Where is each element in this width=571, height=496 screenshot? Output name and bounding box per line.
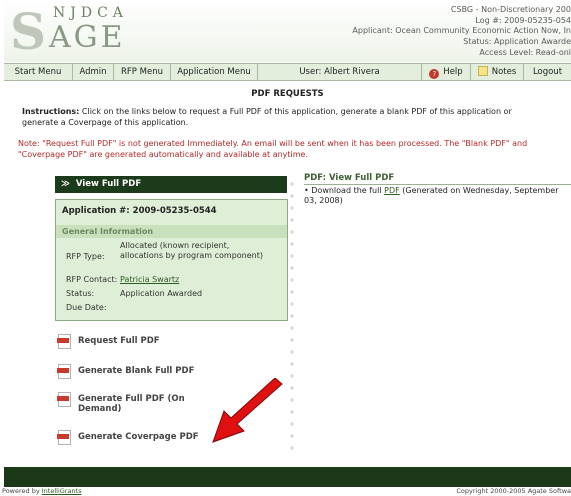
due-date-label: Due Date:: [66, 303, 107, 312]
rfp-type-label: RFP Type:: [66, 252, 105, 261]
pdf-icon: [57, 392, 73, 407]
download-description: • Download the full PDF (Generated on We…: [304, 186, 569, 206]
status-label: Status:: [66, 289, 95, 298]
pdf-download-link[interactable]: PDF: [384, 186, 400, 195]
status-value: Application Awarded: [120, 289, 203, 298]
copyright: Copyright 2000-2005 Agate Softwa: [456, 487, 571, 495]
footer-band: [4, 467, 571, 487]
access-level: Access Level: Read-onl: [479, 47, 571, 57]
page-footer: Powered by IntelliGrants Copyright 2000-…: [0, 487, 571, 496]
current-user: User: Albert Rivera: [258, 64, 422, 80]
instructions: Instructions: Click on the links below t…: [22, 106, 542, 128]
column-divider: [290, 178, 294, 458]
powered-by: Powered by IntelliGrants: [2, 487, 82, 496]
notes-label: Notes: [491, 67, 517, 77]
program-name: CSBG - Non-Discretionary 200: [450, 5, 571, 14]
help-label: Help: [443, 67, 463, 77]
applicant-name: Applicant: Ocean Community Economic Acti…: [352, 26, 571, 35]
header-info-2: Status: Application Awarde Access Level:…: [463, 37, 571, 58]
download-pre: Download the full: [308, 186, 385, 195]
menu-bar: Start Menu Admin RFP Menu Application Me…: [4, 63, 571, 81]
general-information-heading: General Information: [56, 225, 287, 238]
view-full-pdf-label: View Full PDF: [75, 179, 142, 189]
menu-rfp[interactable]: RFP Menu: [114, 64, 171, 80]
view-full-pdf-tab[interactable]: ≫ View Full PDF: [55, 176, 287, 193]
pdf-icon: [57, 334, 73, 349]
instructions-text: Click on the links below to request a Fu…: [22, 107, 512, 127]
menu-logout[interactable]: Logout: [524, 64, 571, 80]
rfp-type-value: Allocated (known recipient, allocations …: [120, 241, 264, 260]
menu-start[interactable]: Start Menu: [4, 64, 73, 80]
application-info-panel: Application #: 2009-05235-0544 General I…: [55, 199, 288, 321]
generate-coverpage-pdf-label: Generate Coverpage PDF: [78, 432, 199, 442]
log-number: Log #: 2009-05235-054: [475, 15, 571, 25]
rfp-contact-link[interactable]: Patricia Swartz: [120, 275, 179, 285]
header: S NJDCA AGE CSBG - Non-Discretionary 200…: [4, 0, 571, 62]
rfp-contact-label: RFP Contact:: [66, 275, 118, 284]
menu-help[interactable]: ? Help: [422, 64, 471, 80]
page-title: PDF REQUESTS: [251, 89, 324, 99]
instructions-heading: Instructions:: [22, 107, 80, 116]
menu-application[interactable]: Application Menu: [171, 64, 258, 80]
rfp-type-row: RFP Type: Allocated (known recipient, al…: [56, 241, 287, 273]
right-panel-title: PDF: View Full PDF: [304, 173, 395, 183]
on-demand-label-line2: Demand): [78, 404, 122, 414]
logo-age: AGE: [49, 20, 126, 55]
notes-icon: [477, 66, 488, 76]
powered-by-text: Powered by: [2, 487, 42, 495]
help-icon: ?: [429, 69, 440, 79]
processing-note: Note: "Request Full PDF" is not generate…: [18, 139, 528, 159]
menu-admin[interactable]: Admin: [73, 64, 114, 80]
pdf-icon: [57, 364, 73, 379]
request-full-pdf-label: Request Full PDF: [78, 336, 160, 346]
generate-blank-full-pdf-label: Generate Blank Full PDF: [78, 366, 195, 376]
logo-njdca: NJDCA: [53, 5, 128, 21]
red-arrow-annotation: [212, 378, 283, 443]
chevron-right-icon: ≫: [61, 179, 70, 189]
on-demand-label-line1: Generate Full PDF (On: [78, 394, 185, 404]
intelligrants-link[interactable]: IntelliGrants: [42, 487, 82, 495]
status-line: Status: Application Awarde: [463, 37, 571, 46]
app-window: S NJDCA AGE CSBG - Non-Discretionary 200…: [4, 0, 571, 487]
menu-notes[interactable]: Notes: [471, 64, 524, 80]
logo-letter-s: S: [10, 2, 47, 61]
pdf-icon: [57, 430, 73, 445]
header-info: CSBG - Non-Discretionary 200 Log #: 2009…: [451, 5, 571, 26]
right-panel-divider: [304, 184, 571, 185]
application-number: Application #: 2009-05235-0544: [62, 206, 217, 216]
